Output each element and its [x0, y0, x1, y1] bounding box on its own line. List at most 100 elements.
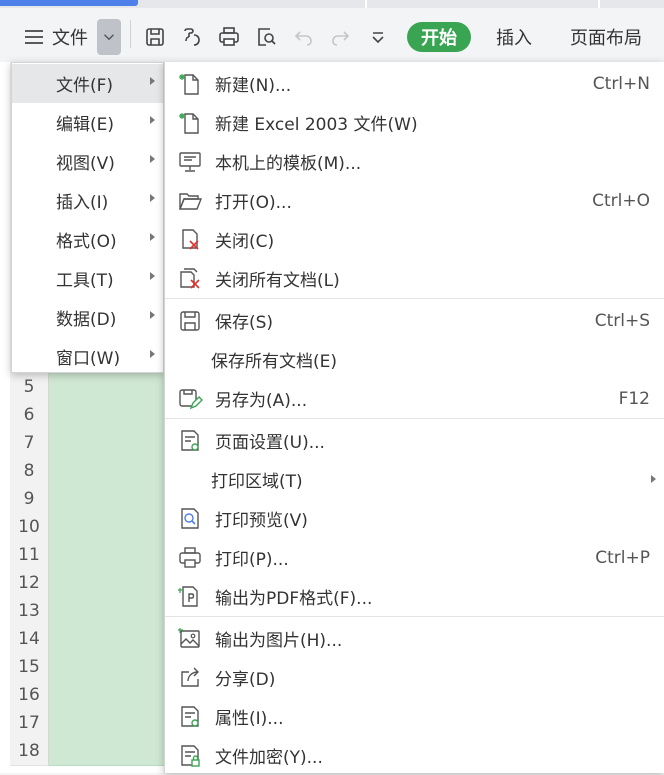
selected-cell[interactable]	[49, 541, 169, 570]
file-menu-item[interactable]: 新建(N)... Ctrl+N	[165, 64, 664, 103]
row-header[interactable]: 8	[10, 457, 49, 486]
window-tab-strip	[0, 0, 664, 8]
save-icon[interactable]	[142, 23, 168, 51]
redo-icon[interactable]	[327, 23, 353, 51]
row-header[interactable]: 12	[10, 569, 49, 598]
selected-cell[interactable]	[49, 737, 169, 766]
row-header[interactable]: 6	[10, 401, 49, 430]
row-header[interactable]: 5	[10, 373, 49, 402]
tab-page-layout[interactable]: 页面布局	[570, 23, 642, 51]
main-menu-item[interactable]: 窗口(W)	[12, 337, 163, 376]
print-icon[interactable]	[216, 23, 242, 51]
file-menu-item[interactable]: 输出为PDF格式(F)...	[165, 577, 664, 616]
row-header[interactable]: 15	[10, 653, 49, 682]
menu-separator	[165, 616, 664, 617]
file-menu-item[interactable]: 打印(P)... Ctrl+P	[165, 538, 664, 577]
selected-cell[interactable]	[49, 457, 169, 486]
menu-icon[interactable]	[20, 23, 48, 51]
tab-start[interactable]: 开始	[407, 22, 471, 52]
file-menu-item-label: 本机上的模板(M)...	[215, 154, 362, 174]
row-header[interactable]: 16	[10, 681, 49, 710]
quick-access-toolbar: 文件 开始 插入 页面布局	[0, 8, 664, 62]
submenu-arrow-icon	[150, 233, 155, 241]
submenu-arrow-icon	[651, 475, 656, 483]
undo-icon[interactable]	[291, 23, 317, 51]
file-menu-item[interactable]: 打印预览(V)	[165, 499, 664, 538]
main-menu-item[interactable]: 插入(I)	[12, 181, 163, 220]
file-menu-item-label: 页面设置(U)...	[215, 433, 325, 453]
selected-cell[interactable]	[49, 429, 169, 458]
file-menu-item-label: 关闭(C)	[215, 232, 275, 252]
selected-cell[interactable]	[49, 485, 169, 514]
row-header[interactable]: 11	[10, 541, 49, 570]
new-file-icon	[177, 110, 203, 136]
row-header[interactable]: 7	[10, 429, 49, 458]
row-header[interactable]: 10	[10, 513, 49, 542]
file-menu-item[interactable]: 另存为(A)... F12	[165, 379, 664, 418]
file-submenu: 新建(N)... Ctrl+N 新建 Excel 2003 文件(W) 本机上的模板(…	[164, 62, 664, 773]
selected-cell[interactable]	[49, 401, 169, 430]
file-menu-item-label: 打印预览(V)	[215, 511, 308, 531]
file-menu-item-label: 打开(O)...	[215, 193, 292, 213]
file-dropdown-button[interactable]	[97, 19, 121, 55]
file-menu-item-label: 分享(D)	[215, 670, 276, 690]
shortcut-label: Ctrl+N	[592, 73, 650, 94]
file-menu-item[interactable]: 页面设置(U)...	[165, 421, 664, 460]
selected-cell[interactable]	[49, 513, 169, 542]
row-header[interactable]: 14	[10, 625, 49, 654]
main-menu-item[interactable]: 格式(O)	[12, 220, 163, 259]
export-pdf-icon	[177, 584, 203, 610]
share-icon	[177, 665, 203, 691]
selected-cell[interactable]	[49, 569, 169, 598]
file-menu-item[interactable]: 保存所有文档(E)	[165, 340, 664, 379]
close-doc-icon	[177, 227, 203, 253]
file-menu-item[interactable]: 保存(S) Ctrl+S	[165, 301, 664, 340]
shortcut-label: F12	[618, 388, 650, 409]
file-menu-item[interactable]: 属性(I)...	[165, 697, 664, 736]
main-menu-item[interactable]: 工具(T)	[12, 259, 163, 298]
new-file-icon	[177, 71, 203, 97]
selected-cell[interactable]	[49, 597, 169, 626]
file-menu-item[interactable]: 分享(D)	[165, 658, 664, 697]
selected-cell[interactable]	[49, 709, 169, 738]
file-menu-item[interactable]: 新建 Excel 2003 文件(W)	[165, 103, 664, 142]
main-menu-item[interactable]: 数据(D)	[12, 298, 163, 337]
row-header[interactable]: 9	[10, 485, 49, 514]
file-menu-item[interactable]: 关闭所有文档(L)	[165, 259, 664, 298]
main-menu-item-label: 插入(I)	[56, 193, 109, 213]
selected-cell[interactable]	[49, 625, 169, 654]
submenu-arrow-icon	[150, 311, 155, 319]
tab-separator	[598, 0, 600, 8]
main-menu-item[interactable]: 视图(V)	[12, 142, 163, 181]
file-menu-item-label: 输出为PDF格式(F)...	[215, 589, 373, 609]
file-menu-item[interactable]: 打印区域(T)	[165, 460, 664, 499]
file-menu-item-label: 打印(P)...	[215, 550, 289, 570]
row-header[interactable]: 13	[10, 597, 49, 626]
row-header[interactable]: 18	[10, 737, 49, 766]
file-menu-item[interactable]: 文件加密(Y)...	[165, 736, 664, 775]
row-header[interactable]: 17	[10, 709, 49, 738]
format-painter-icon[interactable]	[179, 23, 205, 51]
main-menu-item-label: 编辑(E)	[56, 115, 115, 135]
print-preview-icon[interactable]	[253, 23, 279, 51]
selected-cell[interactable]	[49, 681, 169, 710]
shortcut-label: Ctrl+P	[595, 547, 650, 568]
main-menu-item[interactable]: 文件(F)	[12, 64, 163, 103]
file-menu-item[interactable]: 关闭(C)	[165, 220, 664, 259]
active-tab-indicator[interactable]	[0, 0, 138, 6]
main-menu-item-label: 数据(D)	[56, 310, 117, 330]
chevron-down-icon	[104, 34, 114, 41]
file-menu-item[interactable]: 输出为图片(H)...	[165, 619, 664, 658]
more-icon[interactable]	[365, 23, 391, 51]
selected-cell[interactable]	[49, 373, 169, 402]
file-menu-item[interactable]: 本机上的模板(M)...	[165, 142, 664, 181]
file-menu-item[interactable]: 打开(O)... Ctrl+O	[165, 181, 664, 220]
file-menu-label[interactable]: 文件	[52, 23, 88, 51]
selected-cell[interactable]	[49, 653, 169, 682]
main-menu-item-label: 视图(V)	[56, 154, 115, 174]
shortcut-label: Ctrl+S	[594, 310, 650, 331]
template-icon	[177, 149, 203, 175]
tab-insert[interactable]: 插入	[496, 23, 532, 51]
file-menu-item-label: 输出为图片(H)...	[215, 631, 343, 651]
main-menu-item[interactable]: 编辑(E)	[12, 103, 163, 142]
